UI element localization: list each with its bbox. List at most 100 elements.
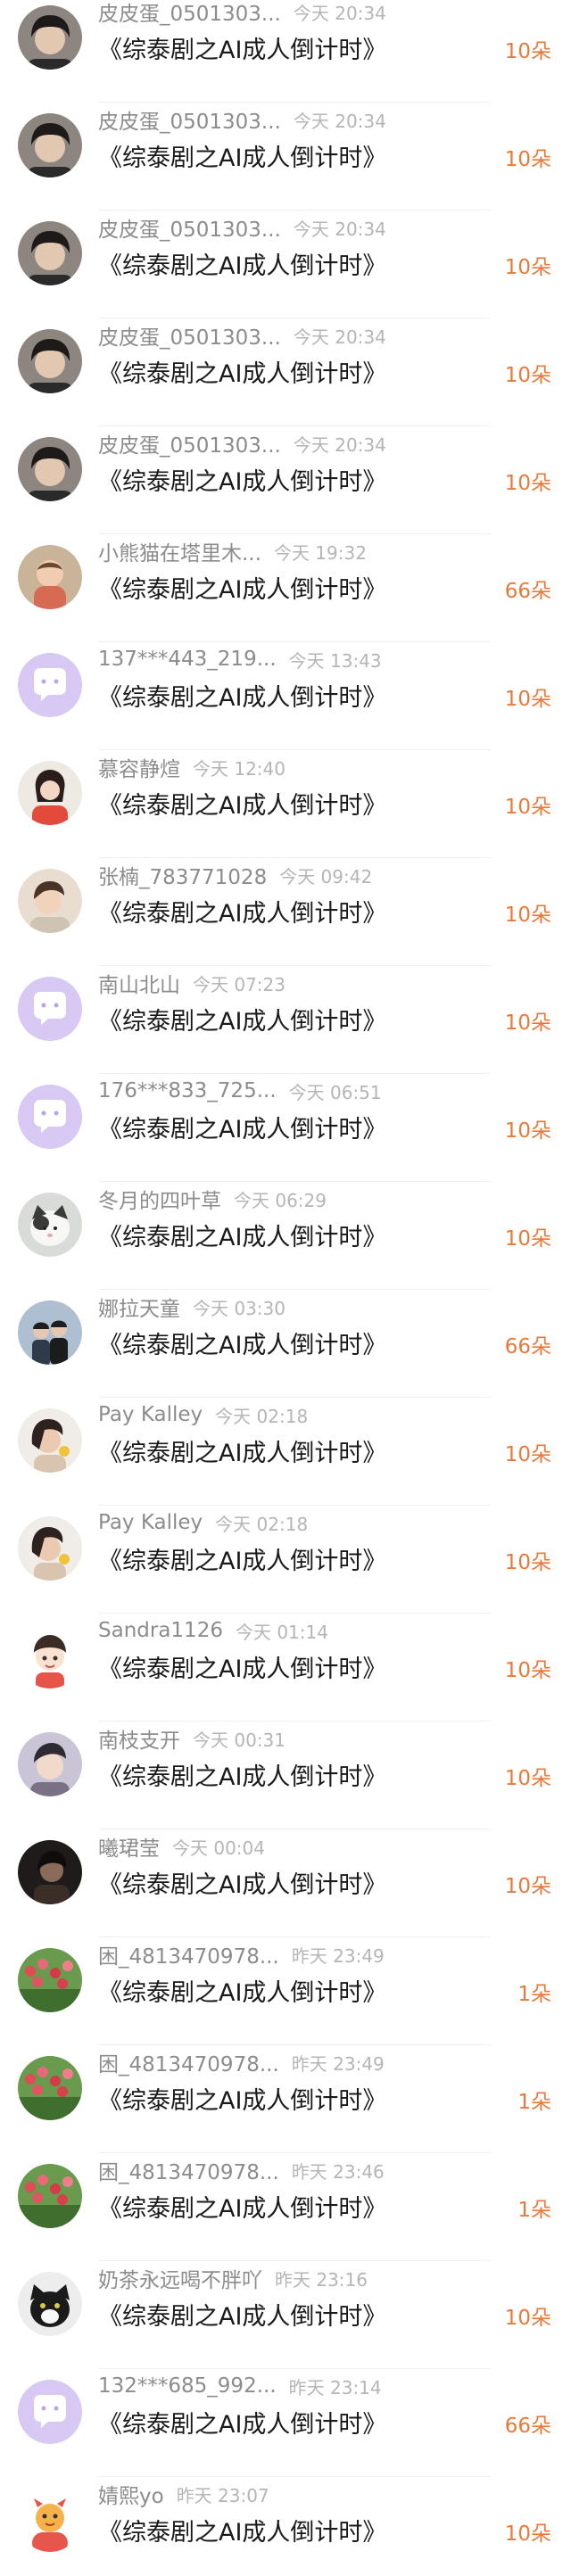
username[interactable]: 176***833_725... xyxy=(98,1079,277,1102)
user-avatar[interactable] xyxy=(18,977,82,1041)
username[interactable]: 皮皮蛋_0501303... xyxy=(98,320,281,351)
user-avatar[interactable] xyxy=(18,653,82,717)
username[interactable]: 冬月的四叶草 xyxy=(98,1184,221,1214)
gift-title: 《综泰剧之AI成人倒计时》 xyxy=(98,2087,387,2115)
username[interactable]: 婧熙yo xyxy=(98,2479,164,2509)
gift-record-row[interactable]: 困_4813470978... 昨天 23:49 《综泰剧之AI成人倒计时》 1朵 xyxy=(0,2045,571,2153)
flower-amount: 1朵 xyxy=(517,2199,551,2222)
gift-record-row[interactable]: 皮皮蛋_0501303... 今天 20:34 《综泰剧之AI成人倒计时》 10朵 xyxy=(0,211,571,318)
flower-amount: 10朵 xyxy=(504,1875,551,1898)
gift-title: 《综泰剧之AI成人倒计时》 xyxy=(98,1548,387,1575)
gift-record-row[interactable]: 慕容静煊 今天 12:40 《综泰剧之AI成人倒计时》 10朵 xyxy=(0,750,571,858)
timestamp: 今天 20:34 xyxy=(293,433,386,456)
flower-amount: 10朵 xyxy=(504,1551,551,1574)
user-meta: 困_4813470978... 昨天 23:46 xyxy=(98,2155,385,2185)
timestamp: 今天 02:18 xyxy=(215,1513,309,1535)
user-avatar[interactable] xyxy=(18,761,82,825)
username[interactable]: 曦珺莹 xyxy=(98,1831,160,1862)
timestamp: 今天 09:42 xyxy=(279,865,373,888)
flower-amount: 10朵 xyxy=(504,1119,551,1143)
username[interactable]: 皮皮蛋_0501303... xyxy=(98,104,281,135)
user-avatar[interactable] xyxy=(18,1193,82,1257)
gift-record-row[interactable]: 奶茶永远喝不胖吖 昨天 23:16 《综泰剧之AI成人倒计时》 10朵 xyxy=(0,2261,571,2369)
gift-record-row[interactable]: 南枝支开 今天 00:31 《综泰剧之AI成人倒计时》 10朵 xyxy=(0,1721,571,1829)
gift-record-row[interactable]: 皮皮蛋_0501303... 今天 20:34 《综泰剧之AI成人倒计时》 10朵 xyxy=(0,426,571,534)
gift-title: 《综泰剧之AI成人倒计时》 xyxy=(98,37,387,64)
gift-record-row[interactable]: 皮皮蛋_0501303... 今天 20:34 《综泰剧之AI成人倒计时》 10朵 xyxy=(0,318,571,426)
gift-title: 《综泰剧之AI成人倒计时》 xyxy=(98,2519,387,2547)
username[interactable]: Sandra1126 xyxy=(98,1619,223,1642)
user-avatar[interactable] xyxy=(18,221,82,285)
user-meta: Pay Kalley 今天 02:18 xyxy=(98,1399,308,1430)
gift-record-row[interactable]: 娜拉天童 今天 03:30 《综泰剧之AI成人倒计时》 66朵 xyxy=(0,1290,571,1398)
gift-record-row[interactable]: 137***443_219... 今天 13:43 《综泰剧之AI成人倒计时》 10朵 xyxy=(0,642,571,750)
username[interactable]: 137***443_219... xyxy=(98,648,277,671)
gift-record-row[interactable]: Pay Kalley 今天 02:18 《综泰剧之AI成人倒计时》 10朵 xyxy=(0,1506,571,1614)
user-avatar[interactable] xyxy=(18,437,82,501)
gift-record-row[interactable]: 南山北山 今天 07:23 《综泰剧之AI成人倒计时》 10朵 xyxy=(0,966,571,1074)
user-meta: 张楠_783771028 今天 09:42 xyxy=(98,860,372,890)
username[interactable]: Pay Kalley xyxy=(98,1403,203,1426)
user-avatar[interactable] xyxy=(18,545,82,609)
user-avatar[interactable] xyxy=(18,1732,82,1796)
username[interactable]: 132***685_992... xyxy=(98,2374,277,2398)
username[interactable]: 奶茶永远喝不胖吖 xyxy=(98,2263,262,2293)
user-avatar[interactable] xyxy=(18,1624,82,1688)
timestamp: 昨天 23:16 xyxy=(275,2268,368,2291)
username[interactable]: 困_4813470978... xyxy=(98,1939,279,1969)
gift-record-row[interactable]: 皮皮蛋_0501303... 今天 20:34 《综泰剧之AI成人倒计时》 10朵 xyxy=(0,0,571,103)
user-avatar[interactable] xyxy=(18,329,82,393)
username[interactable]: 困_4813470978... xyxy=(98,2155,279,2185)
username[interactable]: 南山北山 xyxy=(98,968,180,998)
user-avatar[interactable] xyxy=(18,2056,82,2120)
user-avatar[interactable] xyxy=(18,1840,82,1904)
gift-record-row[interactable]: 小熊猫在塔里木... 今天 19:32 《综泰剧之AI成人倒计时》 66朵 xyxy=(0,534,571,642)
flower-amount: 10朵 xyxy=(504,1767,551,1790)
username[interactable]: 张楠_783771028 xyxy=(98,860,267,890)
user-avatar[interactable] xyxy=(18,2272,82,2336)
user-avatar[interactable] xyxy=(18,2488,82,2552)
flower-amount: 66朵 xyxy=(504,580,551,603)
user-avatar[interactable] xyxy=(18,1516,82,1581)
user-avatar[interactable] xyxy=(18,2380,82,2444)
gift-record-row[interactable]: Pay Kalley 今天 02:18 《综泰剧之AI成人倒计时》 10朵 xyxy=(0,1398,571,1506)
username[interactable]: 南枝支开 xyxy=(98,1723,180,1754)
user-meta: 困_4813470978... 昨天 23:49 xyxy=(98,1939,385,1969)
user-avatar[interactable] xyxy=(18,869,82,933)
gift-record-row[interactable]: 困_4813470978... 昨天 23:46 《综泰剧之AI成人倒计时》 1朵 xyxy=(0,2153,571,2261)
gift-record-row[interactable]: 曦珺莹 今天 00:04 《综泰剧之AI成人倒计时》 10朵 xyxy=(0,1829,571,1937)
user-avatar[interactable] xyxy=(18,113,82,178)
gift-record-row[interactable]: 176***833_725... 今天 06:51 《综泰剧之AI成人倒计时》 10朵 xyxy=(0,1074,571,1182)
gift-record-row[interactable]: 困_4813470978... 昨天 23:49 《综泰剧之AI成人倒计时》 1朵 xyxy=(0,1937,571,2045)
user-avatar[interactable] xyxy=(18,1085,82,1149)
gift-record-row[interactable]: 132***685_992... 昨天 23:14 《综泰剧之AI成人倒计时》 66朵 xyxy=(0,2369,571,2477)
user-meta: 南枝支开 今天 00:31 xyxy=(98,1723,286,1754)
user-avatar[interactable] xyxy=(18,5,82,70)
timestamp: 今天 07:23 xyxy=(193,973,286,995)
gift-title: 《综泰剧之AI成人倒计时》 xyxy=(98,792,387,820)
username[interactable]: 慕容静煊 xyxy=(98,752,180,782)
user-meta: 小熊猫在塔里木... 今天 19:32 xyxy=(98,536,367,566)
gift-record-row[interactable]: 冬月的四叶草 今天 06:29 《综泰剧之AI成人倒计时》 10朵 xyxy=(0,1182,571,1290)
username[interactable]: 娜拉天童 xyxy=(98,1292,180,1322)
flower-amount: 10朵 xyxy=(504,1659,551,1682)
user-avatar[interactable] xyxy=(18,1948,82,2012)
gift-record-row[interactable]: 皮皮蛋_0501303... 今天 20:34 《综泰剧之AI成人倒计时》 10朵 xyxy=(0,103,571,211)
username[interactable]: Pay Kalley xyxy=(98,1511,203,1534)
gift-record-row[interactable]: Sandra1126 今天 01:14 《综泰剧之AI成人倒计时》 10朵 xyxy=(0,1614,571,1721)
username[interactable]: 皮皮蛋_0501303... xyxy=(98,428,281,458)
username[interactable]: 皮皮蛋_0501303... xyxy=(98,0,281,27)
gift-record-row[interactable]: 张楠_783771028 今天 09:42 《综泰剧之AI成人倒计时》 10朵 xyxy=(0,858,571,966)
user-avatar[interactable] xyxy=(18,2164,82,2228)
gift-title: 《综泰剧之AI成人倒计时》 xyxy=(98,1332,387,1359)
timestamp: 今天 20:34 xyxy=(293,326,386,348)
gift-record-row[interactable]: 婧熙yo 昨天 23:07 《综泰剧之AI成人倒计时》 10朵 xyxy=(0,2477,571,2576)
user-meta: 137***443_219... 今天 13:43 xyxy=(98,644,382,674)
username[interactable]: 困_4813470978... xyxy=(98,2047,279,2077)
user-avatar[interactable] xyxy=(18,1300,82,1365)
gift-title: 《综泰剧之AI成人倒计时》 xyxy=(98,900,387,928)
user-avatar[interactable] xyxy=(18,1408,82,1473)
username[interactable]: 小熊猫在塔里木... xyxy=(98,536,261,566)
username[interactable]: 皮皮蛋_0501303... xyxy=(98,212,281,243)
gift-title: 《综泰剧之AI成人倒计时》 xyxy=(98,2195,387,2223)
